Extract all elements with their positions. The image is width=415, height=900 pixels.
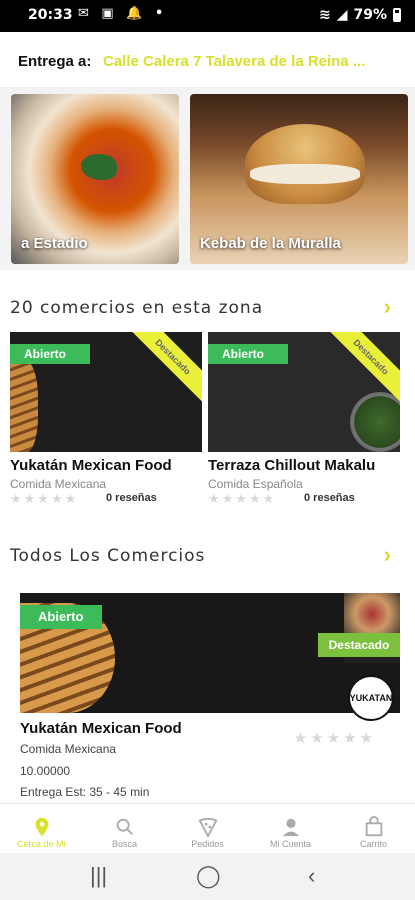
rating-stars: ★★★★★: [208, 491, 277, 506]
rating-stars: ★★★★★: [293, 730, 376, 747]
open-badge: Abierto: [20, 605, 102, 629]
tab-label: Mi Cuenta: [269, 839, 312, 849]
store-name: Yukatán Mexican Food: [10, 457, 172, 474]
grilled-chicken-image: [10, 362, 38, 452]
tab-label: Pedidos: [191, 839, 224, 849]
store-image: Destacado Abierto: [10, 332, 202, 452]
tab-busca[interactable]: Busca: [83, 804, 166, 854]
tab-pedidos[interactable]: Pedidos: [166, 804, 249, 854]
store-price: 10.00000: [20, 764, 71, 778]
featured-card-title: Kebab de la Muralla: [200, 235, 341, 252]
store-card-large[interactable]: Abierto Destacado YUKATAN Yukatán Mexica…: [20, 593, 400, 803]
delivery-eta: Entrega Est: 35 - 45 min: [20, 785, 150, 799]
rating-stars: ★★★★★: [10, 491, 79, 506]
review-count: 0 reseñas: [304, 492, 355, 504]
system-nav-bar: ||| ◯ ‹: [0, 853, 415, 900]
user-icon: [282, 818, 299, 837]
salad-plate-image: [350, 392, 400, 452]
featured-card-pizza[interactable]: a Estadio: [11, 94, 179, 264]
notification-icons: ✉ ▣ 🔔 •: [78, 6, 168, 21]
status-time: 20:33: [28, 7, 73, 23]
store-category: Comida Española: [208, 477, 303, 491]
tab-label: Busca: [111, 839, 137, 849]
tab-carrito[interactable]: Carrito: [332, 804, 415, 854]
all-stores-section-title: Todos Los Comercios: [10, 546, 206, 566]
battery-icon: [393, 8, 401, 22]
store-card[interactable]: Destacado Abierto Yukatán Mexican Food C…: [10, 332, 202, 510]
delivery-address[interactable]: Calle Calera 7 Talavera de la Reina ...: [103, 53, 395, 70]
store-category: Comida Mexicana: [20, 742, 117, 756]
status-bar: 20:33 ✉ ▣ 🔔 • ≋ ◢ 79%: [0, 0, 415, 32]
delivery-header[interactable]: Entrega a: Calle Calera 7 Talavera de la…: [0, 32, 415, 88]
tab-label: Cerca de Mí: [16, 839, 67, 849]
featured-card-title: a Estadio: [21, 235, 88, 252]
battery-percent: 79%: [353, 7, 387, 23]
sandwich-filling-image: [250, 164, 360, 184]
tab-label: Carrito: [359, 839, 387, 849]
store-image: Abierto Destacado: [20, 593, 400, 713]
featured-ribbon: Destacado: [126, 332, 202, 404]
location-pin-icon: [35, 817, 48, 837]
wifi-icon: ≋: [318, 7, 331, 23]
tab-cerca-de-mi[interactable]: Cerca de Mí: [0, 804, 83, 854]
featured-badge: Destacado: [318, 633, 400, 657]
featured-carousel[interactable]: a Estadio Kebab de la Muralla: [0, 88, 415, 270]
search-icon: [116, 818, 133, 835]
home-icon[interactable]: ◯: [196, 863, 221, 889]
zone-section-title: 20 comercios en esta zona: [10, 298, 264, 318]
featured-card-kebab[interactable]: Kebab de la Muralla: [190, 94, 408, 264]
bottom-tab-bar: Cerca de Mí Busca Pedidos Mi Cuenta Carr…: [0, 803, 415, 853]
recent-apps-icon[interactable]: |||: [90, 863, 107, 889]
store-logo: YUKATAN: [348, 675, 394, 721]
tab-mi-cuenta[interactable]: Mi Cuenta: [249, 804, 332, 854]
zone-more-chevron-icon[interactable]: ›: [384, 294, 391, 320]
open-badge: Abierto: [208, 344, 288, 364]
all-stores-more-chevron-icon[interactable]: ›: [384, 542, 391, 568]
delivery-label: Entrega a:: [18, 53, 92, 70]
store-name: Terraza Chillout Makalu: [208, 457, 376, 474]
signal-icon: ◢: [336, 7, 348, 23]
basil-leaf-image: [81, 154, 117, 180]
pizza-slice-icon: [197, 817, 218, 838]
open-badge: Abierto: [10, 344, 90, 364]
status-right: ≋ ◢ 79%: [319, 7, 401, 23]
store-image: Destacado Abierto: [208, 332, 400, 452]
back-icon[interactable]: ‹: [308, 863, 315, 889]
shopping-bag-icon: [365, 816, 382, 837]
store-category: Comida Mexicana: [10, 477, 107, 491]
review-count: 0 reseñas: [106, 492, 157, 504]
store-card[interactable]: Destacado Abierto Terraza Chillout Makal…: [208, 332, 400, 510]
store-name: Yukatán Mexican Food: [20, 720, 182, 737]
